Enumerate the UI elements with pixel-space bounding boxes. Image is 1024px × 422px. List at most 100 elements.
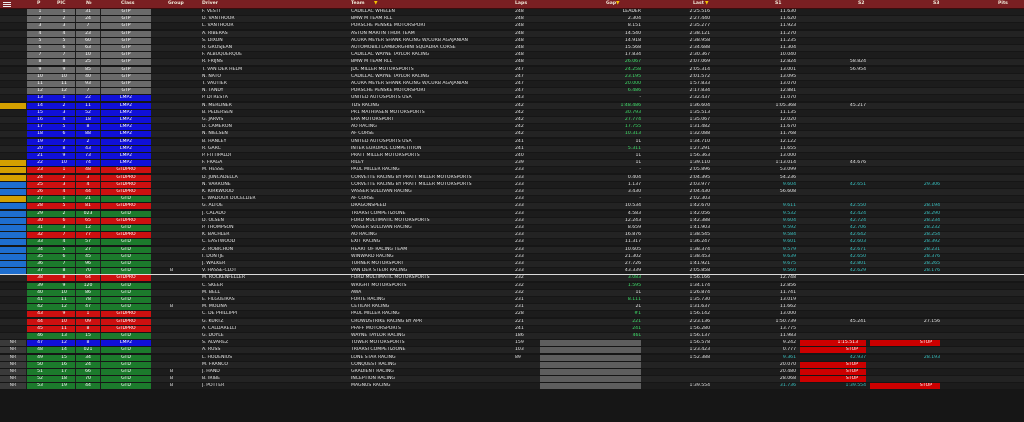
cell-team: PRATT MILLER MOTORSPORTS [351, 153, 420, 158]
table-row[interactable]: 27 1 21 GTD L. WADOUX DUCELLIER AF CORSE 233-2… [0, 196, 1024, 203]
table-row[interactable]: 26 4 44 GTDPRO K. KIRKWOOD VASSER SULLIVAN RA… [0, 189, 1024, 195]
table-row[interactable]: 5 5 60 GTP S. DIXON ACURA MEYER SHANK RACING … [0, 37, 1024, 44]
table-row[interactable]: NR 52 18 70 GTD B B. IRIBE INCEPTION RACING 28.0… [0, 376, 1024, 383]
table-row[interactable]: 24 2 3 GTDPRO D. JUNCADELLA CORVETTE RACING B… [0, 174, 1024, 181]
cell-driver: M. FRANCO [202, 361, 228, 367]
table-row[interactable]: 41 11 78 GTD E. FILGUEIRAS FORTE RACING 231 8.1… [0, 297, 1024, 303]
table-row[interactable]: 19 7 2 LMP2 B. HANLEY UNITED AUTOSPORTS USA 24… [0, 138, 1024, 145]
table-row[interactable]: 34 5 27 GTD Z. ROBICHON HEART OF RACING TEAM 2… [0, 246, 1024, 253]
table-row[interactable]: 13 1 22 LMP2 P. DI RESTA UNITED AUTOSPORTS US… [0, 95, 1024, 102]
cell-cls: GTP [101, 23, 151, 30]
table-row[interactable]: NR 47 12 8 LMP2 S. ÁLVAREZ TOWER MOTORSPORTS 15… [0, 340, 1024, 347]
sort-arrow-icon[interactable]: ▼ [374, 0, 378, 8]
header-team[interactable]: Team [351, 0, 365, 8]
table-row[interactable]: 40 10 86 GTD M. BELL AWA 232 1L 1:26.874 11.741 [0, 289, 1024, 296]
table-row[interactable]: 16 4 18 LMP2 G. JARVIS ERA MOTORSPORT 242 27.77… [0, 117, 1024, 123]
cell-driver: J. HAND [202, 369, 220, 374]
cell-s3 [870, 9, 940, 15]
table-row[interactable]: 39 9 120 GTD C. SKEER WRIGHT MOTORSPORTS 232 1.… [0, 282, 1024, 289]
table-row[interactable]: 42 12 47 GTD B M. MOLINA CETILAR RACING 231 2L 1:… [0, 304, 1024, 311]
table-row[interactable]: 8 8 25 GTP R. FRIJNS BMW M TEAM RLL 248 26.067 2… [0, 59, 1024, 66]
table-row[interactable]: 33 4 57 GTD C. EASTWOOD EXIT RACING 233 11.317 1… [0, 239, 1024, 246]
table-row[interactable]: 30 6 65 GTDPRO D. OLSEN FORD MULTIMATIC MOTOR… [0, 217, 1024, 224]
cell-pic: 4 [53, 30, 75, 37]
cell-pits [990, 31, 1024, 37]
table-row[interactable]: NR 51 17 66 GTD B J. HAND GRADIENT RACING 20.480… [0, 369, 1024, 375]
cell-pos: 15 [27, 109, 53, 116]
header-s3[interactable]: S3 [933, 0, 940, 8]
header-s1[interactable]: S1 [775, 0, 782, 8]
table-row[interactable]: 3 3 7 GTP L. VANTHOOR PORSCHE PENSKE MOTORSPO… [0, 23, 1024, 30]
table-row[interactable]: 25 3 4 GTDPRO N. VARRONE CORVETTE RACING BY P… [0, 181, 1024, 188]
table-row[interactable]: 45 11 8 GTDPRO A. CALDARELLI PFAFF MOTORSPORT… [0, 325, 1024, 332]
header-pic[interactable]: PIC [57, 0, 65, 8]
cell-pos: 52 [27, 376, 53, 383]
table-row[interactable]: 46 13 15 GTD G. DOYLE WAYNE TAYLOR RACING 186 4… [0, 333, 1024, 339]
table-row[interactable]: 29 2 023 GTD J. CALADO TRIARSI COMPETIZIONE 23… [0, 210, 1024, 217]
cell-status [0, 9, 26, 15]
table-row[interactable]: 32 7 77 GTDPRO K. BACHLER AO RACING 233 16.876 1… [0, 232, 1024, 239]
cell-s3 [870, 45, 940, 51]
table-row[interactable]: 28 5 81 GTDPRO G. ALTOÉ DRAGONSPEED 233 10.534 1… [0, 203, 1024, 210]
cell-gap: 2L [635, 304, 641, 310]
header-driver[interactable]: Driver [202, 0, 218, 8]
table-row[interactable]: 35 6 45 GTD I. DONTJE WINWARD RACING 233 21.302… [0, 253, 1024, 260]
header-group[interactable]: Group [168, 0, 184, 8]
cell-pic: 6 [53, 45, 75, 51]
table-row[interactable]: NR 53 19 44 GTD B J. POTTER MAGNUS RACING 1:39.5… [0, 383, 1024, 390]
cell-driver: R. GARC [202, 145, 221, 151]
cell-pits [990, 218, 1024, 224]
table-row[interactable]: 36 7 96 GTD J. WALKER TURNER MOTORSPORT 233 27.… [0, 261, 1024, 267]
table-row[interactable]: 18 6 88 LMP2 N. NIELSEN AF CORSE 242 10.313 1:32… [0, 131, 1024, 138]
table-row[interactable]: 21 9 73 LMP2 P. FITTIPALDI PRATT MILLER MOTOR… [0, 153, 1024, 159]
table-row[interactable]: 43 9 1 GTDPRO C. DE PHILLIPPI PAUL MILLER RAC… [0, 311, 1024, 318]
header-gap[interactable]: Gap [606, 0, 616, 8]
cell-driver: F. FRAGA [202, 160, 223, 166]
header-pits[interactable]: Pits [998, 0, 1008, 8]
table-row[interactable]: NR 50 16 24 GTD M. FRANCO CONQUEST RACING 20.07… [0, 361, 1024, 368]
cell-team: ACURA MEYER SHANK RACING W/CURB AGAJANIA… [351, 81, 468, 86]
table-row[interactable]: 12 12 7 GTP N. TANDY PORSCHE PENSKE MOTORSPOR… [0, 88, 1024, 95]
table-row[interactable]: 15 3 52 LMP2 B. PEDERSEN PR1 MATHIASEN MOTORS… [0, 109, 1024, 116]
table-row[interactable]: 7 7 10 GTP F. ALBUQUERQUE CADILLAC WAYNE TAYL… [0, 52, 1024, 59]
cell-pos: 32 [27, 232, 53, 239]
cell-s1: 13.001 [779, 66, 796, 72]
cell-pic: 9 [53, 66, 75, 73]
table-row[interactable]: 10 10 40 GTP N. NATO CADILLAC WAYNE TAYLOR RA… [0, 73, 1024, 80]
table-row[interactable]: 17 5 8 LMP2 D. CAMERON AO RACING 242 17.755 1:31… [0, 124, 1024, 131]
table-row[interactable]: 11 11 93 GTP T. VAUTIER ACURA MEYER SHANK RAC… [0, 81, 1024, 87]
table-row[interactable]: 22 10 74 LMP2 F. FRAGA RILEY 239 1L 1:39.110 1:13… [0, 160, 1024, 167]
cell-no: 63 [76, 45, 100, 51]
cell-gap: LEADER [622, 9, 641, 14]
table-row[interactable]: 31 3 12 GTD P. THOMPSON VASSER SULLIVAN RACIN… [0, 225, 1024, 231]
cell-gap: - [639, 95, 641, 101]
cell-team: INTER EUROPOL COMPETITION [351, 145, 422, 151]
table-row[interactable]: 44 10 09 GTDPRO G. KURTZ CROWDSTRIKE RACING B… [0, 318, 1024, 325]
cell-status [0, 311, 26, 317]
table-row[interactable]: 23 1 48 GTDPRO M. HESSE PAUL MILLER RACING 233… [0, 167, 1024, 174]
cell-s2 [800, 52, 866, 58]
cell-pic: 12 [53, 340, 75, 347]
header-class[interactable]: Class [121, 0, 135, 8]
cell-s3 [870, 326, 940, 332]
table-row[interactable]: 37 8 70 GTD B V. HASSE-CLOT VAN DER STEUR RACI… [0, 268, 1024, 276]
table-row[interactable]: 38 8 64 GTDPRO M. ROCKENFELLER FORD MULTIMATI… [0, 275, 1024, 282]
table-row[interactable]: NR 48 14 021 GTD A. RUSS TRIARSI COMPETIZIONE 1… [0, 347, 1024, 354]
header-s2[interactable]: S2 [858, 0, 865, 8]
table-row[interactable]: 20 8 43 LMP2 R. GARC INTER EUROPOL COMPETITIO… [0, 145, 1024, 152]
table-row[interactable]: 2 2 24 GTP D. VANTHOOR BMW M TEAM RLL 248 2.304… [0, 16, 1024, 23]
header-pos[interactable]: P [37, 0, 40, 8]
table-row[interactable]: NR 49 15 34 GTD L. HODENIUS LONE STAR RACING 89… [0, 354, 1024, 361]
table-row[interactable]: 1 1 31 GTP F. VESTI CADILLAC WHELEN 248 LEADER 2… [0, 9, 1024, 15]
table-row[interactable]: 6 6 63 GTP R. GROSJEAN AUTOMOBILI LAMBORGHINI… [0, 45, 1024, 51]
menu-icon[interactable] [2, 1, 12, 7]
table-row[interactable]: 14 2 11 LMP2 N. MERLINER TDS RACING 242 1:48.48… [0, 102, 1024, 109]
table-row[interactable]: 9 9 85 GTP T. VAN DER HELM JDC MILLER MOTORSP… [0, 66, 1024, 73]
table-row[interactable]: 4 4 23 GTP A. RIBERAS ASTON MARTIN THOR TEAM 2… [0, 30, 1024, 37]
header-last[interactable]: Last [693, 0, 704, 8]
cell-driver: P. DI RESTA [202, 95, 228, 101]
header-laps[interactable]: Laps [515, 0, 527, 8]
sort-arrow-icon[interactable]: ▼ [705, 0, 709, 8]
header-no[interactable]: № [86, 0, 92, 8]
sort-arrow-icon[interactable]: ▼ [616, 0, 620, 8]
